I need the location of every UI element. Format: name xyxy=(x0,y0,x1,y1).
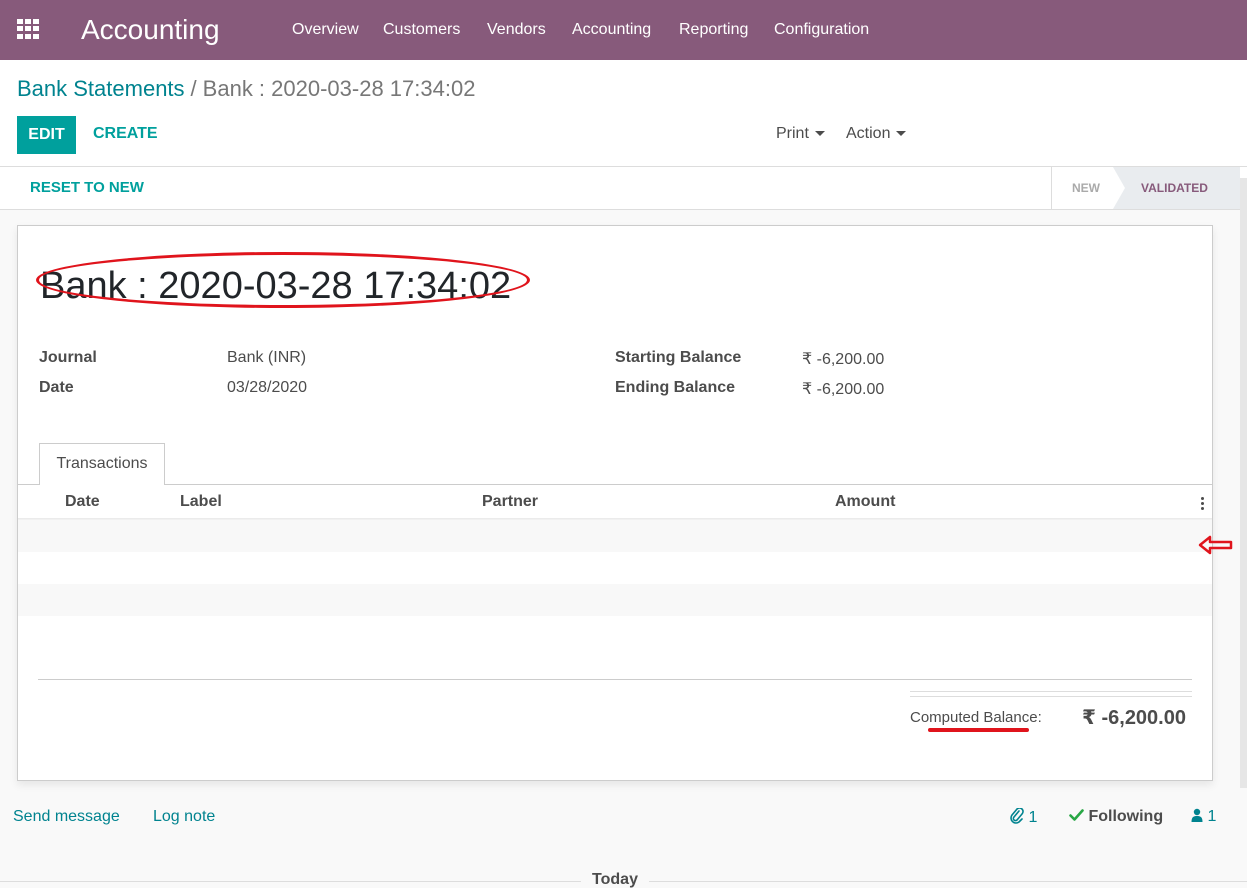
tab-divider xyxy=(18,484,1212,485)
journal-label: Journal xyxy=(39,349,97,366)
column-header-label[interactable]: Label xyxy=(180,493,222,511)
form-sheet: Bank : 2020-03-28 17:34:02 Journal Bank … xyxy=(17,225,1233,781)
create-button[interactable]: CREATE xyxy=(93,125,158,143)
breadcrumb-bank-statements[interactable]: Bank Statements xyxy=(17,76,185,101)
table-row xyxy=(18,520,1212,552)
apps-grid-icon[interactable] xyxy=(17,19,41,39)
date-separator-today: Today xyxy=(581,871,649,888)
table-row xyxy=(18,584,1212,616)
annotation-arrow-icon xyxy=(1198,535,1233,555)
app-title[interactable]: Accounting xyxy=(81,13,220,47)
edit-button[interactable]: EDIT xyxy=(17,116,76,154)
caret-down-icon xyxy=(896,131,907,137)
caret-down-icon xyxy=(814,131,825,137)
column-header-date[interactable]: Date xyxy=(65,493,100,511)
check-icon xyxy=(1069,809,1084,821)
menu-overview[interactable]: Overview xyxy=(292,20,359,40)
menu-accounting[interactable]: Accounting xyxy=(572,20,651,40)
menu-vendors[interactable]: Vendors xyxy=(487,20,546,40)
followers-button[interactable]: 1 xyxy=(1191,808,1216,826)
computed-balance-label: Computed Balance: xyxy=(910,709,1042,726)
top-navbar: Accounting Overview Customers Vendors Ac… xyxy=(0,0,1247,60)
print-label: Print xyxy=(776,125,809,142)
optional-columns-icon[interactable] xyxy=(1201,497,1205,511)
column-header-amount[interactable]: Amount xyxy=(835,493,895,511)
following-button[interactable]: Following xyxy=(1069,808,1163,826)
attachments-button[interactable]: 1 xyxy=(1010,807,1038,827)
menu-customers[interactable]: Customers xyxy=(383,20,460,40)
following-label: Following xyxy=(1088,808,1164,825)
user-icon xyxy=(1191,808,1203,822)
breadcrumb: Bank Statements / Bank : 2020-03-28 17:34:… xyxy=(17,76,475,102)
annotation-underline xyxy=(928,728,1029,732)
send-message-button[interactable]: Send message xyxy=(13,808,120,826)
form-statusbar: RESET TO NEW NEW VALIDATED xyxy=(0,167,1247,210)
ending-balance-value: ₹ -6,200.00 xyxy=(802,381,885,398)
starting-balance-value: ₹ -6,200.00 xyxy=(802,351,885,368)
ending-balance-label: Ending Balance xyxy=(615,379,736,396)
action-label: Action xyxy=(846,125,891,142)
attachments-count: 1 xyxy=(1028,809,1038,826)
date-label: Date xyxy=(39,379,74,396)
date-value: 03/28/2020 xyxy=(227,379,308,396)
stage-validated: VALIDATED xyxy=(1113,167,1240,209)
tab-transactions[interactable]: Transactions xyxy=(39,443,165,485)
log-note-button[interactable]: Log note xyxy=(153,808,215,826)
breadcrumb-separator: / xyxy=(190,76,197,101)
followers-count: 1 xyxy=(1207,808,1217,825)
menu-reporting[interactable]: Reporting xyxy=(679,20,748,40)
stage-new: NEW xyxy=(1051,167,1113,209)
scrollbar[interactable] xyxy=(1240,178,1247,788)
print-dropdown[interactable]: Print xyxy=(776,125,825,143)
breadcrumb-current: Bank : 2020-03-28 17:34:02 xyxy=(202,76,476,101)
computed-balance-value: ₹ -6,200.00 xyxy=(1082,707,1186,729)
starting-balance-label: Starting Balance xyxy=(615,349,742,366)
menu-configuration[interactable]: Configuration xyxy=(774,20,869,40)
column-header-partner[interactable]: Partner xyxy=(482,493,538,511)
annotation-circle xyxy=(36,252,530,308)
paperclip-icon xyxy=(1010,807,1024,824)
reset-to-new-button[interactable]: RESET TO NEW xyxy=(30,179,144,196)
control-panel: Bank Statements / Bank : 2020-03-28 17:34:… xyxy=(0,60,1247,167)
action-dropdown[interactable]: Action xyxy=(846,125,907,143)
journal-value[interactable]: Bank (INR) xyxy=(227,349,306,367)
